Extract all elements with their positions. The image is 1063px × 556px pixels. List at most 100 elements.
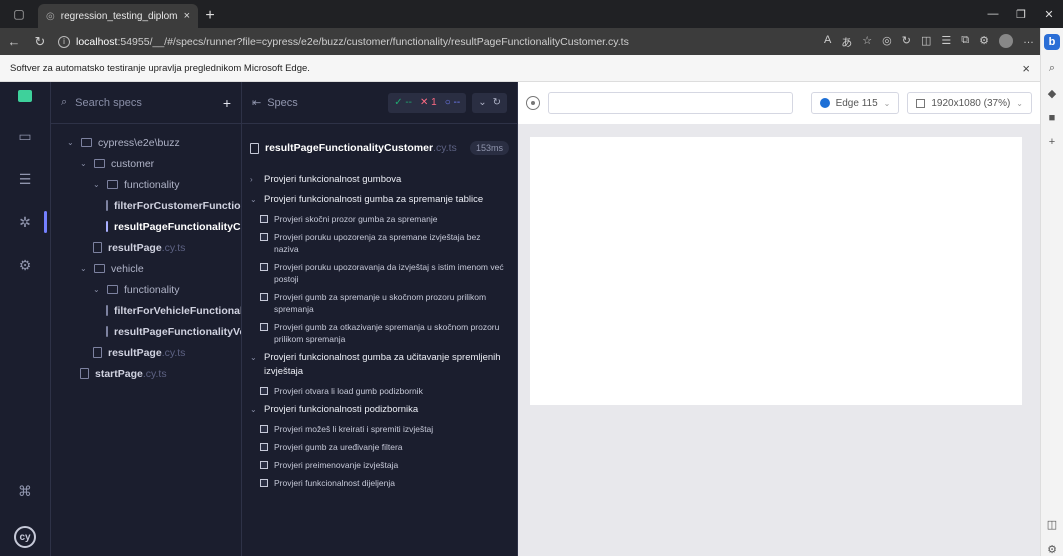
viewport-selector[interactable]: 1920x1080 (37%) ⌄ bbox=[907, 92, 1032, 114]
sidebar-settings-icon[interactable]: ⚙ bbox=[1047, 543, 1057, 556]
tree-file[interactable]: filterForVehicleFunctionalit... bbox=[51, 300, 241, 321]
add-sidebar-app-icon[interactable]: + bbox=[1049, 136, 1055, 148]
tree-folder[interactable]: ⌄ functionality bbox=[51, 279, 241, 300]
back-icon[interactable]: ← bbox=[6, 34, 22, 49]
outlook-icon[interactable]: ■ bbox=[1049, 112, 1056, 124]
test-item[interactable]: Provjeri otvara li load gumb podizbornik bbox=[242, 382, 517, 400]
test-list: › Provjeri funkcionalnost gumbova ⌄ Provjer… bbox=[242, 170, 517, 492]
expand-chevron-icon[interactable]: ⌄ bbox=[478, 97, 486, 108]
site-info-icon[interactable]: i bbox=[58, 35, 70, 48]
suite-chevron-icon: ⌄ bbox=[250, 405, 257, 414]
file-icon bbox=[106, 200, 108, 211]
keyboard-shortcuts-icon[interactable]: ⌘ bbox=[18, 483, 32, 500]
browser-tab[interactable]: ◎ regression_testing_diplomski × bbox=[38, 4, 198, 28]
cypress-extension-icon[interactable]: ◎ bbox=[882, 34, 892, 50]
favorite-star-icon[interactable]: ☆ bbox=[862, 34, 872, 50]
tree-file[interactable]: resultPage.cy.ts bbox=[51, 237, 241, 258]
minimize-icon[interactable]: — bbox=[979, 0, 1007, 28]
test-suite[interactable]: ⌄ Provjeri funkcionalnosti podizbornika bbox=[242, 400, 517, 420]
test-item[interactable]: Provjeri gumb za uređivanje filtera bbox=[242, 438, 517, 456]
tree-folder[interactable]: ⌄ cypress\e2e\buzz bbox=[51, 132, 241, 153]
cypress-logo-icon[interactable]: cy bbox=[14, 526, 36, 548]
tree-file[interactable]: resultPage.cy.ts bbox=[51, 342, 241, 363]
tree-file[interactable]: resultPageFunctionalityVeh... bbox=[51, 321, 241, 342]
search-specs-input[interactable]: Search specs bbox=[75, 97, 215, 109]
window-close-icon[interactable]: ✕ bbox=[1035, 0, 1063, 28]
restore-icon[interactable]: ❐ bbox=[1007, 0, 1035, 28]
tree-folder[interactable]: ⌄ functionality bbox=[51, 174, 241, 195]
test-item[interactable]: Provjeri funkcionalnost dijeljenja bbox=[242, 474, 517, 492]
folder-icon bbox=[107, 180, 118, 189]
aut-viewport[interactable] bbox=[530, 137, 1022, 405]
search-icon[interactable]: ⌕ bbox=[1049, 62, 1055, 75]
tree-folder[interactable]: ⌄ customer bbox=[51, 153, 241, 174]
infobar-close-icon[interactable]: × bbox=[1022, 61, 1030, 76]
browser-selector[interactable]: Edge 115 ⌄ bbox=[810, 92, 900, 114]
test-suite[interactable]: ⌄ Provjeri funkcionalnost gumba za učitav… bbox=[242, 348, 517, 382]
collections-icon[interactable]: ⧉ bbox=[961, 34, 969, 50]
settings-gear-icon[interactable]: ⚙ bbox=[19, 257, 32, 274]
test-title: Provjeri skočni prozor gumba za spremanj… bbox=[274, 214, 438, 224]
test-item[interactable]: Provjeri skočni prozor gumba za spremanj… bbox=[242, 210, 517, 228]
suite-chevron-icon: ⌄ bbox=[250, 353, 257, 362]
bing-icon[interactable]: b bbox=[1044, 34, 1060, 50]
tree-file[interactable]: filterForCustomerFunctiona... bbox=[51, 195, 241, 216]
tree-file[interactable]: resultPageFunctionalityCus... bbox=[51, 216, 241, 237]
refresh-icon[interactable]: ↻ bbox=[32, 34, 48, 50]
more-menu-icon[interactable]: … bbox=[1023, 34, 1034, 50]
specs-toggle-icon[interactable]: ⇤ bbox=[252, 96, 261, 109]
shopping-icon[interactable]: ◆ bbox=[1048, 87, 1056, 100]
aut-url-field[interactable] bbox=[548, 92, 793, 114]
chevron-down-icon: ⌄ bbox=[67, 138, 74, 147]
test-suite[interactable]: ⌄ Provjeri funkcionalnosti gumba za sprem… bbox=[242, 190, 517, 210]
folder-label: cypress\e2e\buzz bbox=[98, 136, 180, 149]
suite-title: Provjeri funkcionalnost gumba za učitava… bbox=[264, 352, 501, 377]
tab-actions-icon[interactable]: ▢ bbox=[0, 0, 38, 28]
test-status-icon bbox=[260, 443, 268, 451]
test-item[interactable]: Provjeri poruku upozorenja za spremane i… bbox=[242, 228, 517, 258]
runs-icon[interactable]: ▭ bbox=[18, 128, 31, 145]
test-item[interactable]: Provjeri možeš li kreirati i spremiti iz… bbox=[242, 420, 517, 438]
failed-count: ✕ 1 bbox=[420, 97, 437, 108]
tab-close-icon[interactable]: × bbox=[184, 10, 190, 22]
rerun-icon[interactable]: ↻ bbox=[493, 97, 501, 108]
favorites-icon[interactable]: ☰ bbox=[941, 34, 951, 50]
test-item[interactable]: Provjeri preimenovanje izvještaja bbox=[242, 456, 517, 474]
folder-label: functionality bbox=[124, 178, 180, 191]
sidebar-toggle-icon[interactable]: ◫ bbox=[1047, 518, 1057, 531]
test-item[interactable]: Provjeri gumb za otkazivanje spremanja u… bbox=[242, 318, 517, 348]
file-label: resultPage bbox=[108, 346, 162, 359]
file-ext: .cy.ts bbox=[142, 367, 167, 380]
specs-list-icon[interactable]: ☰ bbox=[19, 171, 32, 188]
pending-count: ○ -- bbox=[444, 97, 461, 108]
translate-icon[interactable]: あ bbox=[841, 34, 852, 50]
project-logo-icon[interactable] bbox=[18, 90, 32, 102]
test-item[interactable]: Provjeri poruku upozoravanja da izvješta… bbox=[242, 258, 517, 288]
tree-file[interactable]: startPage.cy.ts bbox=[51, 363, 241, 384]
debug-bug-icon[interactable]: ✲ bbox=[19, 211, 47, 233]
test-suite[interactable]: › Provjeri funkcionalnost gumbova bbox=[242, 170, 517, 190]
specs-search[interactable]: ⌕ Search specs + bbox=[51, 82, 241, 124]
file-icon bbox=[250, 142, 259, 154]
profile-avatar[interactable] bbox=[999, 33, 1013, 48]
test-title: Provjeri možeš li kreirati i spremiti iz… bbox=[274, 424, 434, 434]
refresh-extension-icon[interactable]: ↻ bbox=[902, 34, 911, 50]
file-ext: .cy.ts bbox=[161, 241, 186, 254]
add-spec-button[interactable]: + bbox=[223, 95, 231, 111]
split-screen-icon[interactable]: ◫ bbox=[921, 34, 931, 50]
file-icon bbox=[93, 347, 102, 358]
spec-tree: ⌄ cypress\e2e\buzz ⌄ customer ⌄ functionality… bbox=[51, 124, 241, 384]
new-tab-button[interactable]: + bbox=[198, 4, 222, 28]
extensions-icon[interactable]: ⚙ bbox=[979, 34, 989, 50]
address-bar: ← ↻ i localhost:54955/__/#/specs/runner?… bbox=[0, 28, 1040, 55]
read-aloud-icon[interactable]: A bbox=[824, 34, 831, 50]
tree-folder[interactable]: ⌄ vehicle bbox=[51, 258, 241, 279]
browser-label: Edge 115 bbox=[835, 97, 878, 109]
address-bar-icons: A あ ☆ ◎ ↻ ◫ ☰ ⧉ ⚙ … bbox=[824, 33, 1034, 50]
test-item[interactable]: Provjeri gumb za spremanje u skočnom pro… bbox=[242, 288, 517, 318]
chevron-down-icon: ⌄ bbox=[80, 264, 87, 273]
url-field[interactable]: i localhost:54955/__/#/specs/runner?file… bbox=[58, 35, 814, 48]
test-status-icon bbox=[260, 263, 268, 271]
specs-toggle-label[interactable]: Specs bbox=[267, 97, 382, 109]
selector-playground-icon[interactable] bbox=[526, 96, 540, 110]
